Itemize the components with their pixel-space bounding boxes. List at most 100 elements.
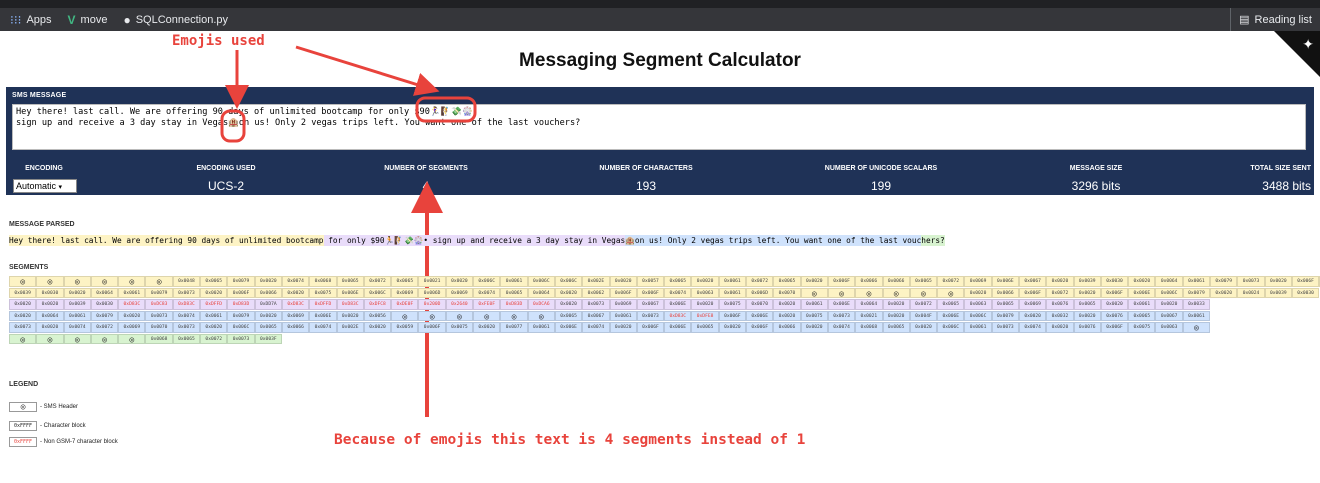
sms-message-input[interactable]: Hey there! last call. We are offering 90…: [12, 104, 1306, 150]
segment-char-cell: 0x0065: [391, 276, 419, 287]
segment-char-cell: 0x0020: [1100, 299, 1129, 310]
segments-count-label: NUMBER OF SEGMENTS: [384, 165, 468, 172]
segment-char-cell: 0x0069: [445, 287, 474, 298]
segment-char-cell: 0x0020: [609, 276, 637, 287]
segment-header-cell: ◎: [473, 310, 501, 321]
characters-count-label: NUMBER OF CHARACTERS: [599, 165, 693, 172]
segment-char-cell: 0x0061: [718, 276, 747, 287]
bookmark-sqlconnection[interactable]: ● SQLConnection.py: [123, 13, 228, 27]
legend-swatch-character: 0xFFFF: [9, 421, 37, 431]
segment-char-cell: 0x0079: [227, 310, 255, 321]
segment-header-cell: ◎: [9, 276, 37, 287]
bookmark-label: Apps: [26, 13, 52, 26]
bookmarks-bar: ⁝⁝⁝ Apps V move ● SQLConnection.py ▤ Rea…: [0, 8, 1320, 31]
encoding-select[interactable]: Automatic ▾: [13, 179, 77, 193]
segment-char-cell: 0xDC83: [145, 299, 173, 310]
segment-char-cell: 0x0061: [609, 310, 637, 321]
segment-char-cell: 0x0065: [1073, 299, 1101, 310]
reading-list-button[interactable]: ▤ Reading list: [1230, 8, 1312, 31]
segment-char-cell: 0x0070: [145, 322, 173, 333]
segment-char-cell: 0x006C: [554, 276, 583, 287]
segment-char-cell: 0x006F: [609, 287, 637, 298]
legend-item-character-block: 0xFFFF - Character block: [9, 421, 86, 431]
segment-char-cell: 0x0063: [964, 299, 992, 310]
segment-row: 0x0020 0x0020 0x0039 0x0030 0xD83C 0xDC83 0xD8…: [9, 299, 1320, 310]
segment-char-cell: 0x0020: [9, 299, 37, 310]
annotation-explanation: Because of emojis this text is 4 segment…: [334, 432, 806, 448]
segment-char-cell: 0x0075: [800, 310, 828, 321]
segment-char-cell: 0x0048: [172, 276, 201, 287]
segment-char-cell: 0xD83C: [664, 310, 692, 321]
segment-char-cell: 0x0067: [1018, 276, 1047, 287]
segment-char-cell: 0x0072: [363, 276, 392, 287]
segment-char-cell: 0x0020: [1210, 287, 1238, 298]
segment-char-cell: 0x006E: [937, 310, 965, 321]
segment-char-cell: 0x0020: [800, 276, 828, 287]
segment-char-cell: 0x0063: [691, 287, 719, 298]
reading-list-icon: ▤: [1239, 14, 1250, 26]
annotation-emojis-used: Emojis used: [172, 33, 265, 49]
total-size-value: 3488 bits: [1262, 179, 1311, 193]
segment-char-cell: 0x0079: [1182, 287, 1211, 298]
segment-char-cell: 0x0076: [1073, 322, 1101, 333]
segment-char-cell: 0x006C: [473, 276, 501, 287]
browser-tabstrip: [0, 0, 1320, 8]
segment-char-cell: 0x006E: [554, 322, 583, 333]
segment-char-cell: 0x002E: [582, 276, 610, 287]
segment-char-cell: 0x006F: [1291, 276, 1320, 287]
segment-char-cell: 0xDE0F: [391, 299, 419, 310]
bookmark-move[interactable]: V move: [68, 13, 108, 27]
legend-item-non-gsm: 0xFFFF - Non GSM-7 character block: [9, 437, 118, 447]
segment-char-cell: 0x0020: [554, 287, 583, 298]
page-title: Messaging Segment Calculator: [519, 50, 801, 71]
segment-header-cell: ◎: [90, 276, 119, 287]
github-icon: ●: [123, 12, 131, 27]
segment-header-cell: ◎: [145, 276, 173, 287]
segment-char-cell: 0x0030: [90, 299, 119, 310]
segment-char-cell: 0xD83C: [118, 299, 146, 310]
apps-grid-icon: ⁝⁝⁝: [10, 12, 22, 27]
segment-char-cell: 0x0075: [718, 299, 747, 310]
sms-line-2: sign up and receive a 3 day stay in Vega…: [16, 118, 581, 128]
sms-line-1: Hey there! last call. We are offering 90…: [16, 107, 473, 117]
segment-char-cell: 0x0067: [1155, 310, 1183, 321]
segment-char-cell: 0x006C: [527, 276, 555, 287]
encoding-used-value: UCS-2: [207, 179, 244, 193]
segment-char-cell: 0x006F: [636, 287, 665, 298]
segment-char-cell: 0x006E: [1128, 287, 1156, 298]
segment-char-cell: 0x0061: [527, 322, 555, 333]
segment-char-cell: 0x0066: [254, 287, 282, 298]
segment-char-cell: 0xD83C: [172, 299, 201, 310]
bookmark-apps[interactable]: ⁝⁝⁝ Apps: [10, 13, 52, 27]
segment-char-cell: 0xDCA6: [527, 299, 555, 310]
unicode-scalars-label: NUMBER OF UNICODE SCALARS: [824, 165, 938, 172]
legend-swatch-non-gsm: 0xFFFF: [9, 437, 37, 447]
segment-char-cell: 0x0065: [336, 276, 364, 287]
segment-char-cell: 0x0073: [991, 322, 1019, 333]
segment-char-cell: 0x006F: [827, 276, 856, 287]
segment-char-cell: 0x0073: [227, 333, 255, 344]
segment-char-cell: 0xD83D: [500, 299, 528, 310]
segment-char-cell: 0x0061: [63, 310, 91, 321]
segment-char-cell: 0x0064: [855, 299, 883, 310]
segment-char-cell: 0x0020: [882, 310, 910, 321]
segment-char-cell: 0x0065: [882, 322, 910, 333]
segment-char-cell: 0x006E: [336, 287, 364, 298]
segment-char-cell: 0x006E: [991, 276, 1019, 287]
segment-char-cell: 0x0066: [855, 276, 883, 287]
segment-char-cell: 0x0065: [909, 276, 938, 287]
segment-char-cell: 0x006F: [1100, 287, 1129, 298]
segment-char-cell: 0x0073: [1237, 276, 1265, 287]
segment-char-cell: 0x002E: [336, 322, 364, 333]
segment-char-cell: 0xD83C: [336, 299, 364, 310]
segment-char-cell: 0x006E: [827, 299, 856, 310]
segment-char-cell: 0x200D: [418, 299, 446, 310]
segment-header-cell: ◎: [937, 287, 965, 298]
segment-char-cell: 0x0065: [691, 322, 719, 333]
segment-char-cell: 0x006D: [746, 287, 774, 298]
segment-header-cell: ◎: [827, 287, 856, 298]
segment-char-cell: 0x0020: [1073, 287, 1101, 298]
segment-char-cell: 0x0067: [636, 299, 665, 310]
segment-char-cell: 0x006F: [1100, 322, 1129, 333]
segment-char-cell: 0x0074: [827, 322, 856, 333]
